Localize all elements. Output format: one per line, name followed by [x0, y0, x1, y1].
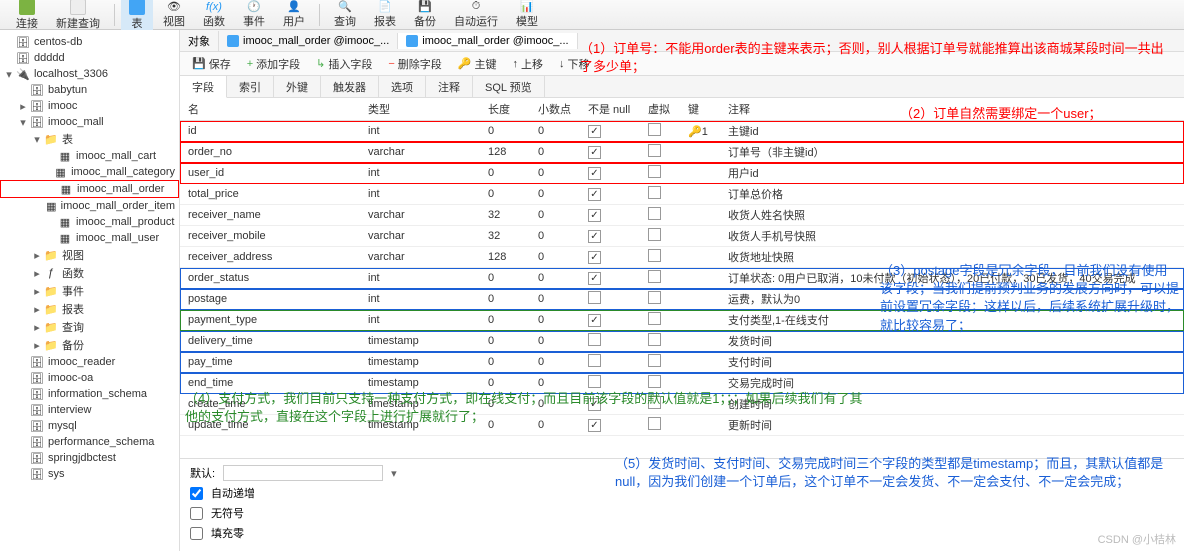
tree-item[interactable]: 🗄centos-db — [0, 34, 179, 50]
subtab[interactable]: 触发器 — [321, 76, 379, 97]
field-row[interactable]: pay_timetimestamp00支付时间 — [180, 352, 1184, 373]
tree-item[interactable]: ▦imooc_mall_user — [0, 230, 179, 246]
tree-item[interactable]: 🗄ddddd — [0, 50, 179, 66]
field-row[interactable]: end_timetimestamp00交易完成时间 — [180, 373, 1184, 394]
tree-item[interactable]: ▸📁查询 — [0, 318, 179, 336]
default-input[interactable] — [223, 465, 383, 481]
watermark: CSDN @小桔林 — [1098, 531, 1176, 547]
tree-item[interactable]: 🗄information_schema — [0, 386, 179, 402]
table-button[interactable]: 表 — [121, 0, 153, 33]
field-row[interactable]: receiver_addressvarchar1280收货地址快照 — [180, 247, 1184, 268]
field-row[interactable]: create_timetimestamp00创建时间 — [180, 394, 1184, 415]
backup-button[interactable]: 💾备份 — [406, 0, 444, 31]
tree-item[interactable]: 🗄interview — [0, 402, 179, 418]
fields-grid[interactable]: 名类型长度小数点不是 null虚拟键注释 idint00🔑1主键idorder_… — [180, 98, 1184, 458]
unsigned-checkbox[interactable] — [190, 507, 203, 520]
field-row[interactable]: total_priceint00订单总价格 — [180, 184, 1184, 205]
report-icon: 📄 — [378, 0, 392, 13]
save-icon: 💾 — [192, 57, 206, 70]
field-row[interactable]: receiver_mobilevarchar320收货人手机号快照 — [180, 226, 1184, 247]
field-row[interactable]: order_novarchar1280订单号（非主键id） — [180, 142, 1184, 163]
tree-item[interactable]: ▦imooc_mall_product — [0, 214, 179, 230]
autoincrement-checkbox[interactable] — [190, 487, 203, 500]
connect-button[interactable]: 连接 — [8, 0, 46, 33]
field-row[interactable]: delivery_timetimestamp00发货时间 — [180, 331, 1184, 352]
tree-item[interactable]: ▸📁备份 — [0, 336, 179, 354]
subtab[interactable]: SQL 预览 — [473, 76, 545, 97]
subtab[interactable]: 索引 — [227, 76, 274, 97]
tree-item[interactable]: ▾📁表 — [0, 130, 179, 148]
report-button[interactable]: 📄报表 — [366, 0, 404, 31]
model-button[interactable]: 📊模型 — [508, 0, 546, 31]
insert-field-button[interactable]: ↳插入字段 — [312, 54, 376, 74]
field-row[interactable]: payment_typeint00支付类型,1-在线支付 — [180, 310, 1184, 331]
save-button[interactable]: 💾保存 — [188, 54, 235, 74]
field-row[interactable]: postageint00运费，默认为0 — [180, 289, 1184, 310]
tree-item[interactable]: ▸📁视图 — [0, 246, 179, 264]
field-row[interactable]: order_statusint00订单状态: 0用户已取消，10未付款（初始状态… — [180, 268, 1184, 289]
connection-tree: 🗄centos-db🗄ddddd▾🔌localhost_3306🗄babytun… — [0, 30, 180, 551]
query-button[interactable]: 🔍查询 — [326, 0, 364, 31]
subtab[interactable]: 选项 — [379, 76, 426, 97]
tree-item[interactable]: ▸ƒ函数 — [0, 264, 179, 282]
tree-item[interactable]: ▦imooc_mall_cart — [0, 148, 179, 164]
tree-item[interactable]: 🗄sys — [0, 466, 179, 482]
tree-item[interactable]: 🗄performance_schema — [0, 434, 179, 450]
tab-table1[interactable]: imooc_mall_order @imooc_... — [219, 33, 398, 49]
key-icon: 🔑 — [458, 57, 472, 70]
zerofill-checkbox[interactable] — [190, 527, 203, 540]
tree-item[interactable]: ▦imooc_mall_order — [0, 180, 179, 198]
function-button[interactable]: f(x)函数 — [195, 0, 233, 31]
tree-item[interactable]: 🗄mysql — [0, 418, 179, 434]
field-row[interactable]: user_idint00用户id — [180, 163, 1184, 184]
designer-toolbar: 💾保存 +添加字段 ↳插入字段 −删除字段 🔑主键 ↑ 上移 ↓ 下移 — [180, 52, 1184, 76]
field-row[interactable]: idint00🔑1主键id — [180, 121, 1184, 142]
primary-key-button[interactable]: 🔑主键 — [454, 54, 501, 74]
tree-item[interactable]: ▾🔌localhost_3306 — [0, 66, 179, 82]
tree-item[interactable]: ▦imooc_mall_order_item — [0, 198, 179, 214]
tree-item[interactable]: ▸📁事件 — [0, 282, 179, 300]
add-field-button[interactable]: +添加字段 — [243, 54, 304, 74]
auto-button[interactable]: ⏱自动运行 — [446, 0, 506, 31]
field-properties: 默认:▾ 自动递增 无符号 填充零 — [180, 458, 1184, 551]
auto-icon: ⏱ — [472, 0, 481, 13]
subtab[interactable]: 外键 — [274, 76, 321, 97]
backup-icon: 💾 — [418, 0, 432, 13]
user-button[interactable]: 👤用户 — [275, 0, 313, 31]
event-button[interactable]: 🕐事件 — [235, 0, 273, 31]
tree-item[interactable]: 🗄babytun — [0, 82, 179, 98]
subtab[interactable]: 字段 — [180, 76, 227, 98]
field-row[interactable]: update_timetimestamp00更新时间 — [180, 415, 1184, 436]
tree-item[interactable]: ▸📁报表 — [0, 300, 179, 318]
search-icon: 🔍 — [338, 0, 352, 13]
view-button[interactable]: 👁视图 — [155, 0, 193, 31]
tree-item[interactable]: ▾🗄imooc_mall — [0, 114, 179, 130]
tree-item[interactable]: 🗄imooc_reader — [0, 354, 179, 370]
tab-objects[interactable]: 对象 — [180, 31, 219, 51]
field-row[interactable]: receiver_namevarchar320收货人姓名快照 — [180, 205, 1184, 226]
move-down-button[interactable]: ↓ 下移 — [555, 54, 594, 74]
view-icon: 👁 — [167, 0, 181, 13]
tree-item[interactable]: ▦imooc_mall_category — [0, 164, 179, 180]
subtab[interactable]: 注释 — [426, 76, 473, 97]
designer-subtabs: 字段索引外键触发器选项注释SQL 预览 — [180, 76, 1184, 98]
newquery-button[interactable]: 新建查询 — [48, 0, 108, 33]
default-label: 默认: — [190, 465, 215, 481]
tree-item[interactable]: ▸🗄imooc — [0, 98, 179, 114]
tab-table2[interactable]: imooc_mall_order @imooc_... — [398, 33, 577, 49]
move-up-button[interactable]: ↑ 上移 — [509, 54, 548, 74]
delete-field-button[interactable]: −删除字段 — [384, 54, 445, 74]
main-toolbar: 连接 新建查询 表 👁视图 f(x)函数 🕐事件 👤用户 🔍查询 📄报表 💾备份… — [0, 0, 1184, 30]
model-icon: 📊 — [520, 0, 534, 13]
clock-icon: 🕐 — [247, 0, 261, 13]
editor-tabs: 对象 imooc_mall_order @imooc_... imooc_mal… — [180, 30, 1184, 52]
tree-item[interactable]: 🗄imooc-oa — [0, 370, 179, 386]
user-icon: 👤 — [287, 0, 301, 13]
tree-item[interactable]: 🗄springjdbctest — [0, 450, 179, 466]
